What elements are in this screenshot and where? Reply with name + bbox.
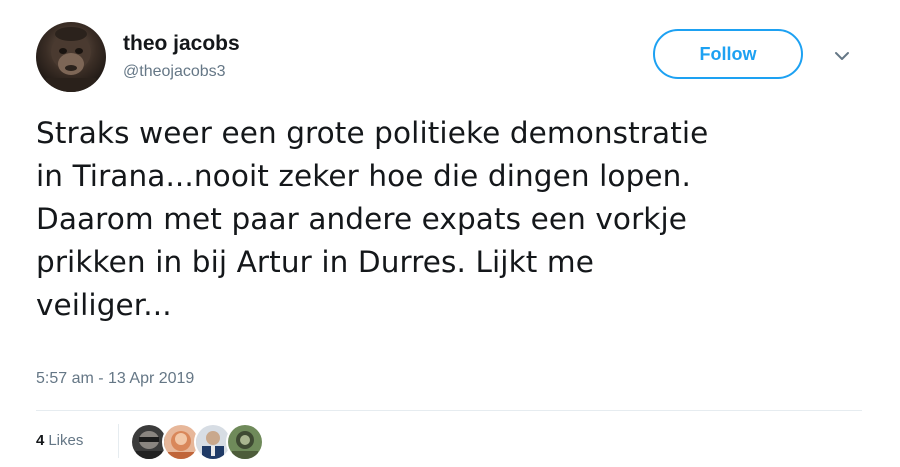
chevron-down-icon[interactable]: [831, 48, 853, 64]
monkey-avatar-icon: [46, 27, 96, 92]
tweet-header: theo jacobs @theojacobs3 Follow: [36, 22, 866, 98]
tweet-stats: 4 Likes: [36, 418, 866, 466]
tweet-text-line: Daarom met paar andere expats een vorkje: [36, 202, 688, 236]
tweet-text: Straks weer een grote politieke demonstr…: [36, 112, 866, 327]
stats-separator: [118, 424, 119, 458]
tweet-text-line: veiliger...: [36, 288, 172, 322]
tweet-text-line: in Tirana...nooit zeker hoe die dingen l…: [36, 159, 691, 193]
tweet-text-line: Straks weer een grote politieke demonstr…: [36, 116, 709, 150]
tweet-timestamp[interactable]: 5:57 am - 13 Apr 2019: [36, 370, 194, 388]
tweet-text-line: prikken in bij Artur in Durres. Lijkt me: [36, 245, 595, 279]
user-info: theo jacobs @theojacobs3: [123, 32, 240, 82]
likes-stat[interactable]: 4 Likes: [36, 432, 83, 449]
likes-label: Likes: [48, 432, 84, 449]
tweet-card: theo jacobs @theojacobs3 Follow Straks w…: [0, 0, 900, 467]
liker-avatar[interactable]: [226, 423, 264, 461]
user-handle[interactable]: @theojacobs3: [123, 62, 240, 82]
user-display-name[interactable]: theo jacobs: [123, 32, 240, 56]
likes-count: 4: [36, 432, 45, 449]
user-avatar[interactable]: [36, 22, 106, 92]
follow-button[interactable]: Follow: [653, 29, 803, 79]
divider: [36, 410, 862, 411]
